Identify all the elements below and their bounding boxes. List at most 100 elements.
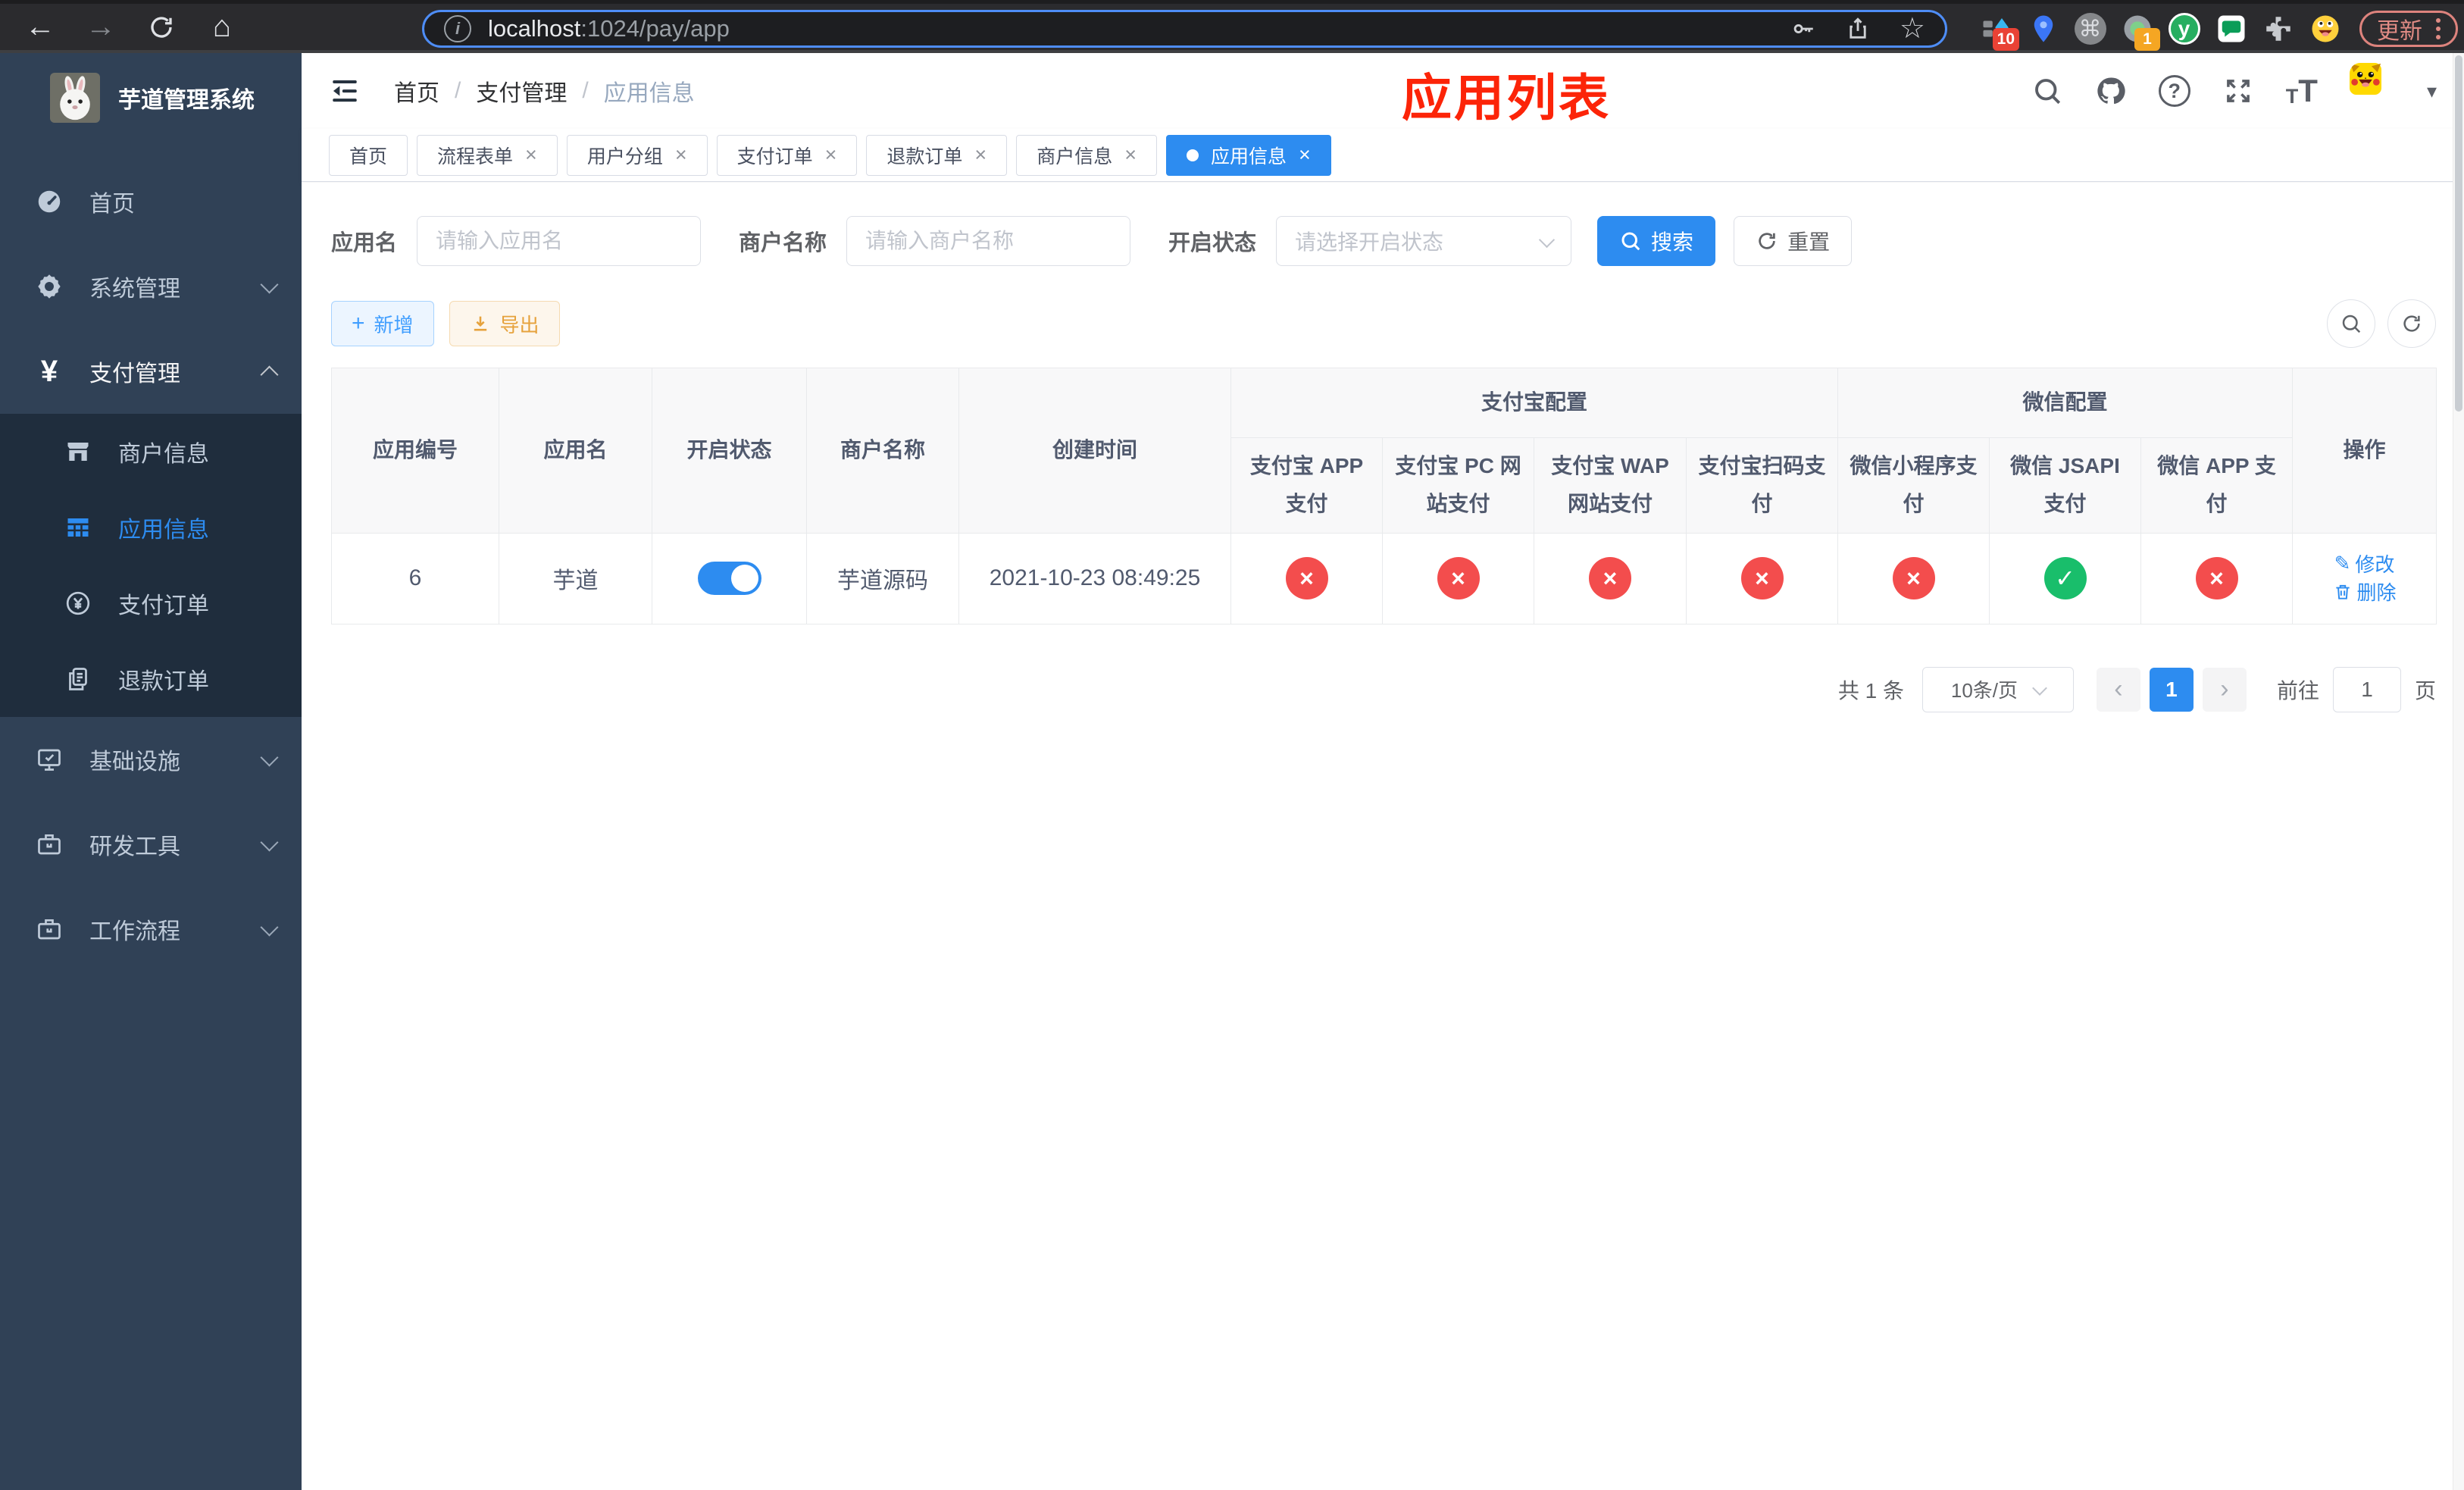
sidebar-item-home[interactable]: 首页 xyxy=(0,159,302,244)
close-icon[interactable]: × xyxy=(1124,145,1137,165)
status-alipay-wap: × xyxy=(1589,557,1631,600)
sidebar-item-app-info[interactable]: 应用信息 xyxy=(0,490,302,565)
next-page-button[interactable]: › xyxy=(2202,667,2247,712)
tab-refund-order[interactable]: 退款订单 × xyxy=(866,134,1008,176)
status-wechat-mini: × xyxy=(1892,557,1935,600)
sidebar-item-merchant-info[interactable]: 商户信息 xyxy=(0,414,302,490)
help-icon[interactable]: ? xyxy=(2158,75,2190,107)
search-button[interactable]: 搜索 xyxy=(1597,216,1716,266)
col-header-wechat-mini: 微信小程序支付 xyxy=(1837,437,1990,534)
merchant-name-input[interactable] xyxy=(846,216,1131,266)
sidebar-collapse-button[interactable] xyxy=(329,75,361,107)
close-icon[interactable]: × xyxy=(1299,145,1311,165)
password-key-icon[interactable] xyxy=(1790,16,1816,42)
profile-emoji-icon[interactable] xyxy=(2308,12,2342,46)
sidebar-item-workflow[interactable]: 工作流程 xyxy=(0,887,302,972)
app-name-input[interactable] xyxy=(417,216,702,266)
sidebar-item-payment-management[interactable]: ¥ 支付管理 xyxy=(0,329,302,414)
vertical-scrollbar[interactable] xyxy=(2453,53,2464,1490)
topbar-actions: ? TT ▾ xyxy=(2031,63,2464,119)
payment-submenu: 商户信息 应用信息 支付订单 退款订单 xyxy=(0,414,302,717)
extension-recorder-icon[interactable]: 1 xyxy=(2120,12,2160,51)
tab-merchant-info[interactable]: 商户信息 × xyxy=(1016,134,1157,176)
browser-update-button[interactable]: 更新 xyxy=(2359,11,2458,47)
close-icon[interactable]: × xyxy=(675,145,687,165)
export-button[interactable]: 导出 xyxy=(449,301,560,346)
bookmark-star-icon[interactable]: ☆ xyxy=(1900,14,1925,43)
chevron-down-icon xyxy=(260,917,279,937)
tab-process-form[interactable]: 流程表单 × xyxy=(417,134,558,176)
share-icon[interactable] xyxy=(1845,16,1871,42)
sidebar-item-label: 支付订单 xyxy=(118,593,209,618)
plus-icon: + xyxy=(352,311,365,336)
sidebar-item-infrastructure[interactable]: 基础设施 xyxy=(0,717,302,802)
delete-link[interactable]: 删除 xyxy=(2333,578,2397,606)
browser-reload-button[interactable] xyxy=(141,7,182,48)
goto-page-input[interactable] xyxy=(2332,666,2401,712)
page-title-annotation: 应用列表 xyxy=(1402,70,1611,126)
sidebar-item-label: 退款订单 xyxy=(118,669,209,694)
search-icon xyxy=(1621,232,1640,251)
status-wechat-app: × xyxy=(2195,557,2238,600)
tab-pay-order[interactable]: 支付订单 × xyxy=(716,134,858,176)
page-1-button[interactable]: 1 xyxy=(2149,667,2194,712)
sidebar-item-refund-order[interactable]: 退款订单 xyxy=(0,641,302,717)
extension-command-icon[interactable]: ⌘ xyxy=(2073,12,2107,46)
reset-button[interactable]: 重置 xyxy=(1734,216,1853,266)
coin-yen-icon xyxy=(61,590,95,617)
browser-back-button[interactable]: ← xyxy=(20,7,61,48)
tab-home[interactable]: 首页 xyxy=(329,134,408,176)
yen-icon: ¥ xyxy=(40,355,58,388)
font-size-icon[interactable]: TT xyxy=(2286,75,2318,107)
sidebar-item-system-management[interactable]: 系统管理 xyxy=(0,244,302,329)
fullscreen-icon[interactable] xyxy=(2222,75,2254,107)
prev-page-button[interactable]: ‹ xyxy=(2096,667,2140,712)
breadcrumb-payment[interactable]: 支付管理 xyxy=(476,74,567,108)
col-header-alipay-qr: 支付宝扫码支付 xyxy=(1685,437,1839,534)
github-icon[interactable] xyxy=(2095,75,2127,107)
extension-pin-icon[interactable] xyxy=(2026,12,2060,46)
scrollbar-thumb[interactable] xyxy=(2455,55,2462,412)
tab-user-group[interactable]: 用户分组 × xyxy=(566,134,708,176)
col-header-alipay-app: 支付宝 APP 支付 xyxy=(1230,437,1383,534)
extension-chat-icon[interactable] xyxy=(2214,12,2248,46)
chevron-down-icon xyxy=(2032,680,2047,696)
edit-link[interactable]: ✎ 修改 xyxy=(2334,549,2395,578)
col-header-app-name: 应用名 xyxy=(499,368,652,534)
browser-home-button[interactable]: ⌂ xyxy=(202,7,242,48)
close-icon[interactable]: × xyxy=(825,145,837,165)
search-icon[interactable] xyxy=(2031,75,2063,107)
page-size-select[interactable]: 10条/页 xyxy=(1921,666,2074,712)
sidebar-item-pay-order[interactable]: 支付订单 xyxy=(0,565,302,641)
cell-app-name: 芋道 xyxy=(499,532,652,624)
show-search-toggle-button[interactable] xyxy=(2327,299,2375,348)
browser-forward-button[interactable]: → xyxy=(80,7,121,48)
extension-y-icon[interactable]: y xyxy=(2167,12,2201,46)
close-icon[interactable]: × xyxy=(974,145,987,165)
breadcrumb-current: 应用信息 xyxy=(603,81,695,106)
add-button[interactable]: + 新增 xyxy=(331,301,434,346)
tab-app-info[interactable]: 应用信息 × xyxy=(1166,134,1331,176)
document-copy-icon xyxy=(61,665,95,693)
enabled-switch[interactable] xyxy=(697,562,761,596)
active-dot xyxy=(1187,149,1199,161)
url-host: localhost xyxy=(488,15,581,42)
group-header-alipay: 支付宝配置 xyxy=(1230,368,1839,438)
extension-sketch-icon[interactable]: 10 xyxy=(1979,12,2019,51)
close-icon[interactable]: × xyxy=(525,145,537,165)
status-alipay-pc: × xyxy=(1437,557,1480,600)
address-bar[interactable]: i localhost:1024/pay/app ☆ xyxy=(422,10,1947,48)
chevron-down-icon xyxy=(260,274,279,294)
col-header-alipay-pc: 支付宝 PC 网站支付 xyxy=(1382,437,1534,534)
extensions-puzzle-icon[interactable] xyxy=(2261,12,2295,46)
avatar-caret-icon[interactable]: ▾ xyxy=(2427,80,2437,103)
browser-menu-icon[interactable] xyxy=(2436,18,2441,39)
user-avatar[interactable] xyxy=(2349,63,2406,119)
site-info-icon[interactable]: i xyxy=(444,15,471,42)
refresh-table-button[interactable] xyxy=(2387,299,2436,348)
sidebar-item-dev-tools[interactable]: 研发工具 xyxy=(0,802,302,887)
status-select[interactable]: 请选择开启状态 xyxy=(1276,216,1572,266)
col-header-wechat-jsapi: 微信 JSAPI 支付 xyxy=(1989,437,2142,534)
breadcrumb-home[interactable]: 首页 xyxy=(394,74,439,108)
reload-icon xyxy=(151,16,172,38)
